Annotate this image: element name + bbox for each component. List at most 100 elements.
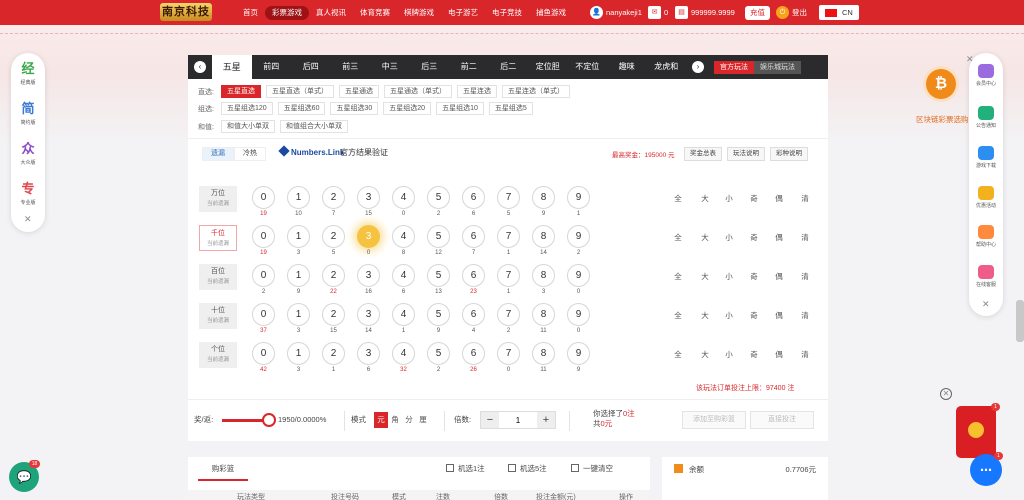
quick-select-button[interactable]: 偶	[773, 193, 785, 204]
tab-fun[interactable]: 趣味	[607, 55, 647, 79]
quick-select-button[interactable]: 小	[723, 349, 735, 360]
quick-select-button[interactable]: 大	[699, 271, 711, 282]
number-ball[interactable]: 2	[322, 303, 345, 326]
quick-select-button[interactable]: 全	[672, 193, 684, 204]
option-5star-chain[interactable]: 五星连选	[457, 85, 497, 98]
number-ball[interactable]: 9	[567, 264, 590, 287]
entertainment-mode-button[interactable]: 娱乐城玩法	[754, 60, 801, 74]
scrollbar[interactable]	[1016, 300, 1024, 342]
tabs-prev-icon[interactable]: ‹	[194, 61, 206, 73]
close-icon[interactable]: ✕	[940, 388, 952, 400]
quick-select-button[interactable]: 全	[672, 310, 684, 321]
number-ball[interactable]: 9	[567, 186, 590, 209]
close-icon[interactable]: ✕	[982, 299, 990, 310]
number-ball[interactable]: 2	[322, 342, 345, 365]
version-pro[interactable]: 专专业版	[11, 181, 45, 206]
random-5-button[interactable]: 机选5注	[508, 463, 547, 474]
number-ball[interactable]: 8	[532, 303, 555, 326]
position-label[interactable]: 个位 当前遗漏	[199, 342, 237, 368]
number-ball[interactable]: 6	[462, 186, 485, 209]
quick-select-button[interactable]: 小	[723, 310, 735, 321]
number-ball[interactable]: 6	[462, 303, 485, 326]
number-ball[interactable]: 6	[462, 264, 485, 287]
number-ball[interactable]: 7	[497, 186, 520, 209]
number-ball[interactable]: 1	[287, 225, 310, 248]
quick-select-button[interactable]: 清	[799, 271, 811, 282]
quick-select-button[interactable]: 奇	[748, 271, 760, 282]
quick-select-button[interactable]: 清	[799, 310, 811, 321]
number-ball[interactable]: 0	[252, 186, 275, 209]
option-5star-direct-single[interactable]: 五星直选（单式）	[266, 85, 334, 98]
number-ball[interactable]: 8	[532, 264, 555, 287]
mode-yuan[interactable]: 元	[374, 412, 388, 428]
version-public[interactable]: 众大众版	[11, 141, 45, 166]
number-ball[interactable]: 5	[427, 342, 450, 365]
quick-select-button[interactable]: 小	[723, 193, 735, 204]
site-logo[interactable]: 南京科技	[160, 3, 212, 21]
tab-unfixed[interactable]: 不定位	[568, 55, 608, 79]
quick-select-button[interactable]: 大	[699, 310, 711, 321]
nav-fishing[interactable]: 捕鱼游戏	[529, 6, 573, 20]
close-icon[interactable]: ✕	[966, 54, 974, 65]
tab-front4[interactable]: 前四	[252, 55, 292, 79]
numbers-link-logo[interactable]: Numbers.Link	[278, 145, 344, 159]
help-center[interactable]: 帮助中心	[969, 225, 1003, 248]
option-combo10[interactable]: 五星组选10	[436, 102, 484, 115]
number-ball[interactable]: 8	[532, 186, 555, 209]
quick-select-button[interactable]: 奇	[748, 349, 760, 360]
nav-esports[interactable]: 电子竞技	[485, 6, 529, 20]
number-ball[interactable]: 4	[392, 342, 415, 365]
nav-slots[interactable]: 电子游艺	[441, 6, 485, 20]
number-ball[interactable]: 5	[427, 225, 450, 248]
quick-select-button[interactable]: 清	[799, 193, 811, 204]
announcements[interactable]: 公告通知	[969, 106, 1003, 129]
quick-select-button[interactable]: 大	[699, 193, 711, 204]
option-5star-all[interactable]: 五星通选	[339, 85, 379, 98]
number-ball[interactable]: 0	[252, 264, 275, 287]
number-ball[interactable]: 1	[287, 186, 310, 209]
close-icon[interactable]: ✕	[24, 214, 32, 225]
number-ball[interactable]: 8	[532, 225, 555, 248]
mode-fen[interactable]: 分	[402, 412, 416, 428]
logout-button[interactable]: ⏻ 登出	[776, 0, 807, 25]
hot-cold-toggle[interactable]: 冷热	[234, 147, 266, 161]
position-label[interactable]: 十位 当前遗漏	[199, 303, 237, 329]
nav-lottery[interactable]: 彩票游戏	[265, 5, 309, 20]
quick-select-button[interactable]: 奇	[748, 310, 760, 321]
number-ball[interactable]: 7	[497, 225, 520, 248]
nav-home[interactable]: 首页	[236, 6, 265, 20]
quick-select-button[interactable]: 偶	[773, 271, 785, 282]
number-ball[interactable]: 3	[357, 342, 380, 365]
option-5star-chain-single[interactable]: 五星连选（单式）	[502, 85, 570, 98]
random-1-button[interactable]: 机选1注	[446, 463, 485, 474]
recharge-button[interactable]: 充值	[745, 5, 770, 20]
direct-bet-button[interactable]: 直接投注	[750, 411, 814, 429]
cart-tab[interactable]: 购彩篮	[198, 457, 248, 481]
quick-select-button[interactable]: 全	[672, 271, 684, 282]
number-ball[interactable]: 2	[322, 225, 345, 248]
number-ball[interactable]: 4	[392, 186, 415, 209]
number-ball[interactable]: 8	[532, 342, 555, 365]
number-ball[interactable]: 5	[427, 186, 450, 209]
add-to-cart-button[interactable]: 添加至购彩篮	[682, 411, 746, 429]
number-ball[interactable]: 7	[497, 264, 520, 287]
bitcoin-icon[interactable]: ₿	[926, 69, 956, 99]
option-sum-combo-bsoe[interactable]: 和值组合大小单双	[280, 120, 348, 133]
quick-select-button[interactable]: 小	[723, 271, 735, 282]
option-5star-direct[interactable]: 五星直选	[221, 85, 261, 98]
tab-back3[interactable]: 后三	[410, 55, 450, 79]
red-packet-icon[interactable]	[956, 406, 996, 458]
quick-select-button[interactable]: 奇	[748, 232, 760, 243]
number-ball[interactable]: 1	[287, 303, 310, 326]
option-combo20[interactable]: 五星组选20	[383, 102, 432, 115]
option-combo120[interactable]: 五星组选120	[221, 102, 273, 115]
quick-select-button[interactable]: 清	[799, 232, 811, 243]
quick-select-button[interactable]: 清	[799, 349, 811, 360]
option-sum-bsoe[interactable]: 和值大小单双	[221, 120, 275, 133]
number-ball[interactable]: 3	[357, 225, 380, 248]
prize-table-button[interactable]: 奖金总表	[684, 147, 722, 161]
number-ball[interactable]: 2	[322, 186, 345, 209]
number-ball[interactable]: 1	[287, 264, 310, 287]
wallet[interactable]: ▤ 999999.9999	[675, 0, 735, 25]
number-ball[interactable]: 4	[392, 303, 415, 326]
